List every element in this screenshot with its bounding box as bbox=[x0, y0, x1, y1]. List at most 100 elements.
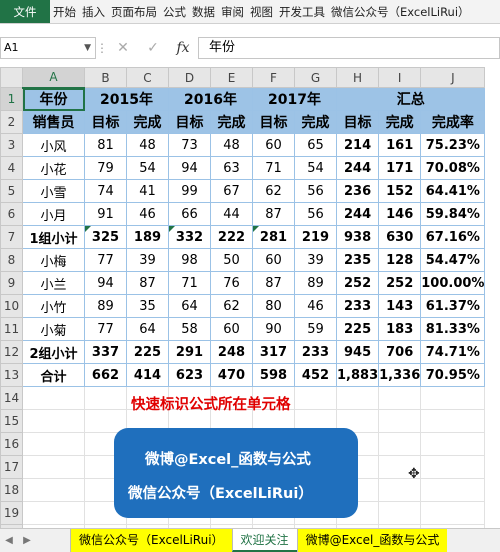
table-cell[interactable]: 938 bbox=[335, 225, 380, 249]
table-cell[interactable]: 452 bbox=[294, 363, 337, 387]
table-cell[interactable]: 63 bbox=[210, 156, 253, 180]
column-label-cell[interactable]: 完成 bbox=[210, 110, 253, 134]
table-cell[interactable]: 61.37% bbox=[420, 294, 486, 318]
table-cell[interactable]: 77 bbox=[84, 317, 127, 341]
table-cell[interactable]: 76 bbox=[210, 271, 253, 295]
row-header[interactable]: 3 bbox=[0, 133, 23, 157]
column-header-d[interactable]: D bbox=[168, 67, 211, 88]
table-cell[interactable]: 70.95% bbox=[420, 363, 486, 387]
cell-year-2015[interactable]: 2015年 bbox=[84, 87, 169, 111]
table-cell[interactable]: 39 bbox=[294, 248, 337, 272]
table-cell[interactable]: 89 bbox=[84, 294, 127, 318]
table-cell[interactable]: 623 bbox=[168, 363, 211, 387]
table-cell[interactable]: 706 bbox=[378, 340, 422, 364]
table-cell[interactable]: 81 bbox=[84, 133, 127, 157]
table-cell[interactable]: 50 bbox=[210, 248, 253, 272]
tab-formulas[interactable]: 公式 bbox=[160, 0, 189, 23]
tab-data[interactable]: 数据 bbox=[189, 0, 218, 23]
row-header[interactable]: 11 bbox=[0, 317, 23, 341]
table-cell[interactable]: 58 bbox=[168, 317, 211, 341]
cell-year-2016[interactable]: 2016年 bbox=[168, 87, 253, 111]
scroll-left-icon[interactable]: ◀ bbox=[0, 529, 18, 552]
table-cell[interactable]: 90 bbox=[252, 317, 295, 341]
select-all-corner[interactable] bbox=[0, 67, 23, 88]
row-header[interactable]: 4 bbox=[0, 156, 23, 180]
column-header-b[interactable]: B bbox=[84, 67, 127, 88]
table-cell[interactable]: 183 bbox=[378, 317, 422, 341]
table-cell[interactable]: 161 bbox=[378, 133, 422, 157]
table-cell[interactable]: 44 bbox=[210, 202, 253, 226]
sheet-tab-welcome[interactable]: 欢迎关注 bbox=[231, 529, 297, 552]
scroll-right-icon[interactable]: ▶ bbox=[18, 529, 36, 552]
table-cell[interactable]: 99 bbox=[168, 179, 211, 203]
tab-review[interactable]: 审阅 bbox=[218, 0, 247, 23]
table-cell[interactable]: 75.23% bbox=[420, 133, 486, 157]
row-header[interactable]: 7 bbox=[0, 225, 23, 249]
cell-summary[interactable]: 汇总 bbox=[335, 87, 486, 111]
row-header[interactable]: 15 bbox=[0, 409, 23, 433]
column-header-g[interactable]: G bbox=[294, 67, 337, 88]
table-cell[interactable]: 74.71% bbox=[420, 340, 486, 364]
chevron-down-icon[interactable]: ▼ bbox=[84, 38, 91, 58]
empty-cell[interactable] bbox=[420, 409, 486, 433]
table-cell[interactable]: 244 bbox=[335, 202, 380, 226]
table-cell[interactable]: 233 bbox=[294, 340, 337, 364]
tab-insert[interactable]: 插入 bbox=[79, 0, 108, 23]
tab-file[interactable]: 文件 bbox=[0, 0, 50, 23]
table-cell[interactable]: 252 bbox=[335, 271, 380, 295]
empty-cell[interactable] bbox=[420, 432, 486, 456]
row-header[interactable]: 19 bbox=[0, 501, 23, 525]
table-cell[interactable]: 64.41% bbox=[420, 179, 486, 203]
check-icon[interactable]: ✓ bbox=[138, 40, 168, 56]
table-cell[interactable]: 60 bbox=[210, 317, 253, 341]
table-cell[interactable]: 62 bbox=[252, 179, 295, 203]
table-cell[interactable]: 87 bbox=[252, 271, 295, 295]
tab-wechat[interactable]: 微信公众号（ExcelLiRui） bbox=[328, 0, 473, 23]
table-cell[interactable]: 62 bbox=[210, 294, 253, 318]
table-cell[interactable]: 64 bbox=[168, 294, 211, 318]
table-cell[interactable]: 94 bbox=[84, 271, 127, 295]
table-cell[interactable]: 100.00% bbox=[420, 271, 486, 295]
column-header-c[interactable]: C bbox=[126, 67, 169, 88]
table-cell[interactable]: 67.16% bbox=[420, 225, 486, 249]
empty-cell[interactable] bbox=[335, 386, 380, 410]
table-cell[interactable]: 233 bbox=[335, 294, 380, 318]
empty-cell[interactable] bbox=[22, 432, 85, 456]
tab-home[interactable]: 开始 bbox=[50, 0, 79, 23]
table-cell[interactable]: 1组小计 bbox=[22, 225, 85, 249]
table-cell[interactable]: 35 bbox=[126, 294, 169, 318]
row-header[interactable]: 1 bbox=[0, 87, 23, 111]
empty-cell[interactable] bbox=[420, 478, 486, 502]
table-cell[interactable]: 236 bbox=[335, 179, 380, 203]
row-header[interactable]: 6 bbox=[0, 202, 23, 226]
empty-cell[interactable] bbox=[84, 386, 127, 410]
table-cell[interactable]: 67 bbox=[210, 179, 253, 203]
column-label-cell[interactable]: 完成率 bbox=[420, 110, 486, 134]
table-cell[interactable]: 小梅 bbox=[22, 248, 85, 272]
table-cell[interactable]: 291 bbox=[168, 340, 211, 364]
table-cell[interactable]: 662 bbox=[84, 363, 127, 387]
column-label-cell[interactable]: 目标 bbox=[84, 110, 127, 134]
insert-function-icon[interactable]: fx bbox=[168, 40, 198, 56]
table-cell[interactable]: 59 bbox=[294, 317, 337, 341]
table-cell[interactable]: 66 bbox=[168, 202, 211, 226]
table-cell[interactable]: 74 bbox=[84, 179, 127, 203]
table-cell[interactable]: 98 bbox=[168, 248, 211, 272]
table-cell[interactable]: 46 bbox=[294, 294, 337, 318]
row-header[interactable]: 5 bbox=[0, 179, 23, 203]
drag-handle-icon[interactable]: ⋮ bbox=[96, 41, 108, 55]
table-cell[interactable]: 64 bbox=[126, 317, 169, 341]
table-cell[interactable]: 252 bbox=[378, 271, 422, 295]
table-cell[interactable]: 60 bbox=[252, 133, 295, 157]
table-cell[interactable]: 94 bbox=[168, 156, 211, 180]
cell-year-label[interactable]: 年份 bbox=[22, 87, 85, 111]
tab-developer[interactable]: 开发工具 bbox=[276, 0, 328, 23]
table-cell[interactable]: 56 bbox=[294, 179, 337, 203]
table-cell[interactable]: 598 bbox=[252, 363, 295, 387]
sheet-tab-wechat[interactable]: 微信公众号（ExcelLiRui） bbox=[70, 529, 232, 552]
row-header[interactable]: 10 bbox=[0, 294, 23, 318]
table-cell[interactable]: 189 bbox=[126, 225, 169, 249]
table-cell[interactable]: 91 bbox=[84, 202, 127, 226]
table-cell[interactable]: 146 bbox=[378, 202, 422, 226]
table-cell[interactable]: 325 bbox=[84, 225, 127, 249]
